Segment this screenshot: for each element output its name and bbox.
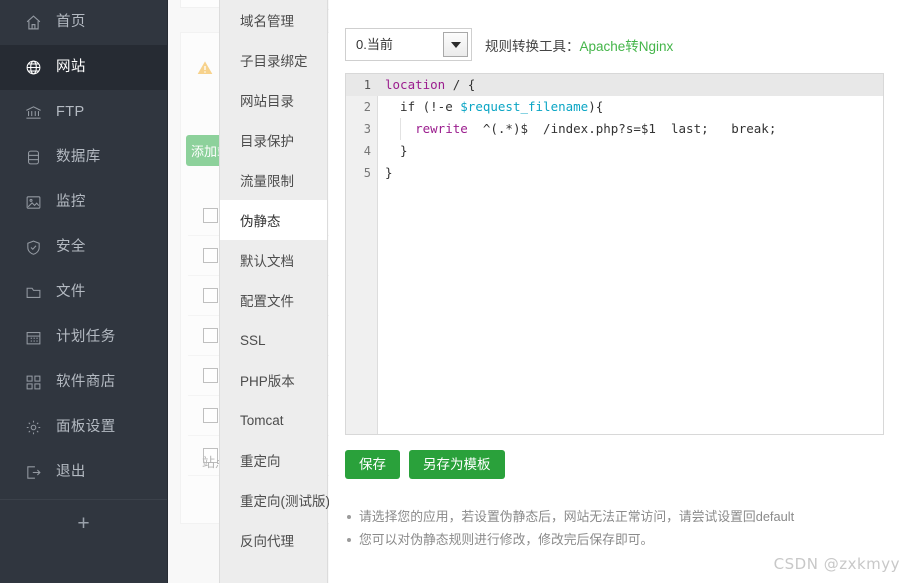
editor-line-number: 2: [363, 100, 371, 114]
sidebar-item-label: 计划任务: [56, 329, 116, 346]
sidebar-item-panel-settings[interactable]: 面板设置: [0, 405, 167, 450]
help-tips: 请选择您的应用，若设置伪静态后，网站无法正常访问，请尝试设置回default 您…: [345, 505, 885, 551]
editor-code-area[interactable]: 1 location / { 2 if (!-e $request_filena…: [346, 74, 883, 434]
sidebar-item-security[interactable]: 安全: [0, 225, 167, 270]
sidebar-item-files[interactable]: 文件: [0, 270, 167, 315]
sidebar-item-label: 文件: [56, 284, 86, 301]
converter-label-text: 规则转换工具：: [485, 38, 580, 54]
help-tip: 您可以对伪静态规则进行修改，修改完后保存即可。: [345, 528, 885, 551]
submenu-item-ssl[interactable]: SSL: [220, 320, 327, 360]
sidebar-item-database[interactable]: 数据库: [0, 135, 167, 180]
editor-line-text: location / {: [385, 77, 476, 92]
background-row-checkbox: [203, 208, 218, 223]
editor-line-number: 5: [363, 166, 371, 180]
main-sidebar: 首页 网站 FTP 数据库 监控 安全 文件 计划任务 软件商店 面板设置 退出…: [0, 0, 168, 583]
shield-icon: [22, 239, 44, 257]
background-row-checkbox: [203, 408, 218, 423]
apache-to-nginx-link[interactable]: Apache转Nginx: [580, 39, 674, 54]
editor-line[interactable]: 4 }: [364, 140, 883, 162]
watermark: CSDN @zxkmyy: [773, 555, 900, 573]
calendar-icon: [22, 329, 44, 347]
editor-line-text: if (!-e $request_filename){: [385, 99, 604, 114]
sidebar-item-label: 网站: [56, 59, 86, 76]
submenu-item-default-document[interactable]: 默认文档: [220, 240, 327, 280]
editor-line-text: rewrite ^(.*)$ /index.php?s=$1 last; bre…: [415, 121, 777, 136]
background-row-checkbox: [203, 288, 218, 303]
editor-line[interactable]: 1 location / {: [346, 74, 883, 96]
apps-icon: [22, 374, 44, 392]
sidebar-item-label: 监控: [56, 194, 86, 211]
sidebar-add-button[interactable]: +: [0, 500, 167, 548]
logout-icon: [22, 464, 44, 482]
app-root: 添加站点 站点总数 首页: [0, 0, 914, 583]
gear-icon: [22, 419, 44, 437]
globe-icon: [22, 59, 44, 77]
home-icon: [22, 14, 44, 32]
editor-line[interactable]: 3 rewrite ^(.*)$ /index.php?s=$1 last; b…: [364, 118, 883, 140]
sidebar-item-monitor[interactable]: 监控: [0, 180, 167, 225]
sidebar-item-label: 软件商店: [56, 374, 116, 391]
submenu-item-site-directory[interactable]: 网站目录: [220, 80, 327, 120]
folder-icon: [22, 284, 44, 302]
editor-line[interactable]: 5 }: [364, 162, 883, 184]
converter-label: 规则转换工具：Apache转Nginx: [485, 35, 673, 55]
submenu-item-redirect[interactable]: 重定向: [220, 440, 327, 480]
editor-line-number: 3: [363, 122, 371, 136]
ftp-icon: [22, 104, 44, 122]
rewrite-rule-select[interactable]: 0.当前: [345, 28, 472, 61]
submenu-item-redirect-beta[interactable]: 重定向(测试版): [220, 480, 330, 520]
sidebar-item-home[interactable]: 首页: [0, 0, 167, 45]
editor-line-text: }: [385, 143, 408, 158]
sidebar-item-label: 安全: [56, 239, 86, 256]
submenu-item-traffic-limit[interactable]: 流量限制: [220, 160, 327, 200]
warning-triangle-icon: [197, 61, 213, 74]
sidebar-item-appstore[interactable]: 软件商店: [0, 360, 167, 405]
chevron-down-icon[interactable]: [443, 32, 468, 57]
editor-line-text: }: [385, 165, 393, 180]
rewrite-rule-editor[interactable]: 1 location / { 2 if (!-e $request_filena…: [345, 73, 884, 435]
monitor-icon: [22, 194, 44, 212]
submenu-item-directory-protection[interactable]: 目录保护: [220, 120, 327, 160]
sidebar-item-label: 数据库: [56, 149, 101, 166]
sidebar-item-label: 面板设置: [56, 419, 116, 436]
help-tip: 请选择您的应用，若设置伪静态后，网站无法正常访问，请尝试设置回default: [345, 505, 885, 528]
editor-line[interactable]: 2 if (!-e $request_filename){: [364, 96, 883, 118]
submenu-item-tomcat[interactable]: Tomcat: [220, 400, 327, 440]
sidebar-item-logout[interactable]: 退出: [0, 450, 167, 495]
help-tip-text: 请选择您的应用，若设置伪静态后，网站无法正常访问，请尝试设置回default: [359, 509, 795, 524]
submenu-item-reverse-proxy[interactable]: 反向代理: [220, 520, 327, 560]
bullet-icon: [347, 515, 351, 519]
submenu-item-domain[interactable]: 域名管理: [220, 0, 327, 40]
main-content: 0.当前 规则转换工具：Apache转Nginx 1 location / { …: [329, 0, 914, 583]
action-buttons: 保存 另存为模板: [345, 450, 505, 479]
sidebar-item-ftp[interactable]: FTP: [0, 90, 167, 135]
background-row-checkbox: [203, 368, 218, 383]
editor-line-number: 4: [363, 144, 371, 158]
background-row-checkbox: [203, 248, 218, 263]
sidebar-item-website[interactable]: 网站: [0, 45, 167, 90]
sidebar-item-label: 首页: [56, 14, 86, 31]
submenu-sidebar: 域名管理 子目录绑定 网站目录 目录保护 流量限制 伪静态 默认文档 配置文件 …: [219, 0, 330, 583]
help-tip-text: 您可以对伪静态规则进行修改，修改完后保存即可。: [359, 532, 654, 547]
submenu-item-config-file[interactable]: 配置文件: [220, 280, 327, 320]
submenu-item-php-version[interactable]: PHP版本: [220, 360, 327, 400]
rewrite-toolbar: 0.当前 规则转换工具：Apache转Nginx: [345, 28, 673, 61]
sidebar-item-label: FTP: [56, 104, 85, 121]
rewrite-rule-select-value: 0.当前: [356, 37, 393, 52]
sidebar-item-label: 退出: [56, 464, 86, 481]
save-as-template-button[interactable]: 另存为模板: [409, 450, 505, 479]
save-button[interactable]: 保存: [345, 450, 400, 479]
sidebar-item-cron[interactable]: 计划任务: [0, 315, 167, 360]
editor-line-number: 1: [363, 78, 371, 92]
database-icon: [22, 149, 44, 167]
bullet-icon: [347, 538, 351, 542]
submenu-item-subdir-bind[interactable]: 子目录绑定: [220, 40, 327, 80]
background-row-checkbox: [203, 328, 218, 343]
submenu-item-rewrite[interactable]: 伪静态: [220, 200, 327, 240]
